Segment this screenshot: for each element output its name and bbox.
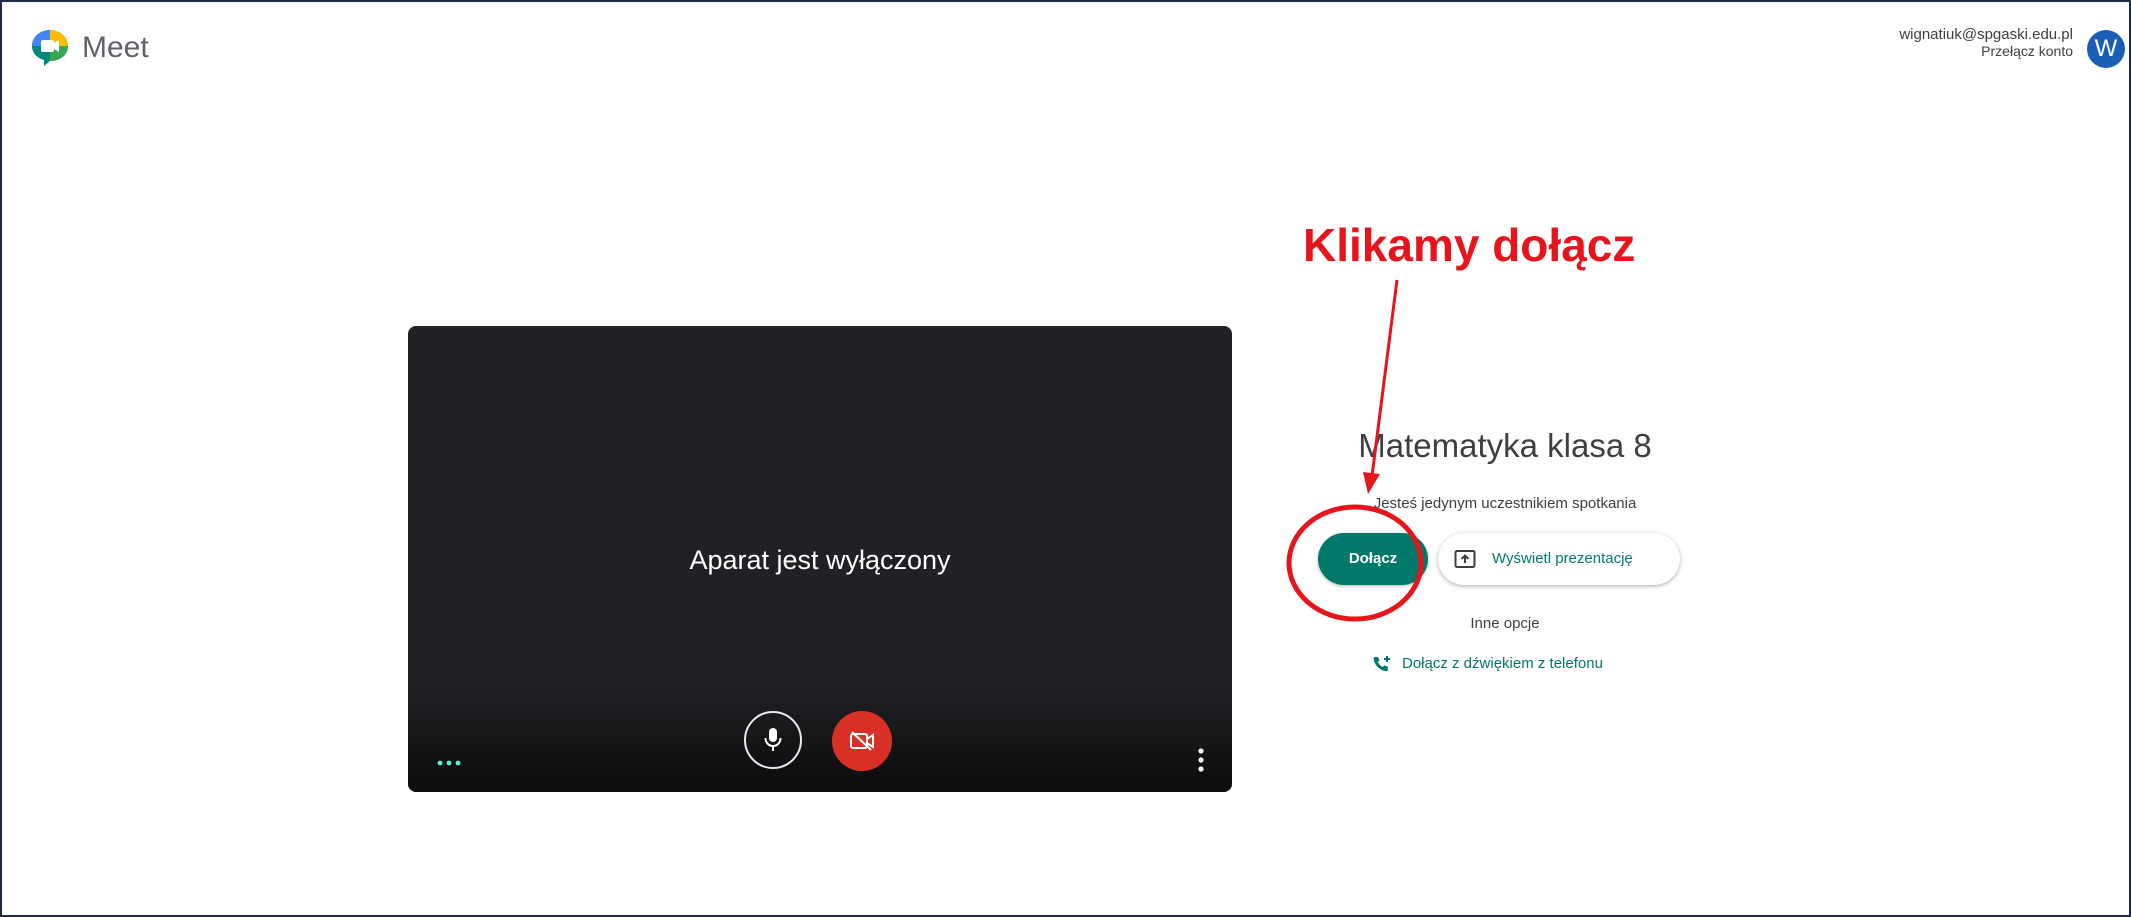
- other-options-label: Inne opcje: [1470, 615, 1540, 632]
- participants-status: Jesteś jedynym uczestnikiem spotkania: [1373, 495, 1637, 512]
- join-by-phone-label: Dołącz z dźwiękiem z telefonu: [1402, 655, 1603, 672]
- preview-gradient: [408, 682, 1232, 792]
- camera-off-message: Aparat jest wyłączony: [689, 545, 951, 575]
- phone-add-icon: [1373, 656, 1390, 672]
- annotation-text: Klikamy dołącz: [1303, 219, 1636, 271]
- app-title: Meet: [82, 31, 149, 64]
- switch-account-link[interactable]: Przełącz konto: [1899, 43, 2073, 60]
- microphone-icon: [764, 728, 782, 751]
- avatar[interactable]: W: [2087, 30, 2125, 68]
- present-button-label: Wyświetl prezentację: [1492, 550, 1633, 567]
- account-email: wignatiuk@spgaski.edu.pl: [1899, 26, 2073, 43]
- meeting-title: Matematyka klasa 8: [1358, 427, 1652, 464]
- video-preview: Aparat jest wyłączony: [408, 326, 1232, 792]
- meet-logo-icon[interactable]: [30, 28, 70, 68]
- dots-icon[interactable]: [436, 758, 462, 768]
- present-screen-icon: [1454, 550, 1476, 568]
- microphone-toggle-button[interactable]: [744, 711, 802, 769]
- camera-off-icon: [850, 731, 874, 751]
- present-button[interactable]: Wyświetl prezentację: [1438, 533, 1680, 585]
- account-info: wignatiuk@spgaski.edu.pl Przełącz konto: [1899, 26, 2073, 60]
- camera-toggle-button[interactable]: [832, 711, 892, 771]
- join-button[interactable]: Dołącz: [1318, 533, 1428, 585]
- more-vert-icon[interactable]: [1196, 746, 1206, 774]
